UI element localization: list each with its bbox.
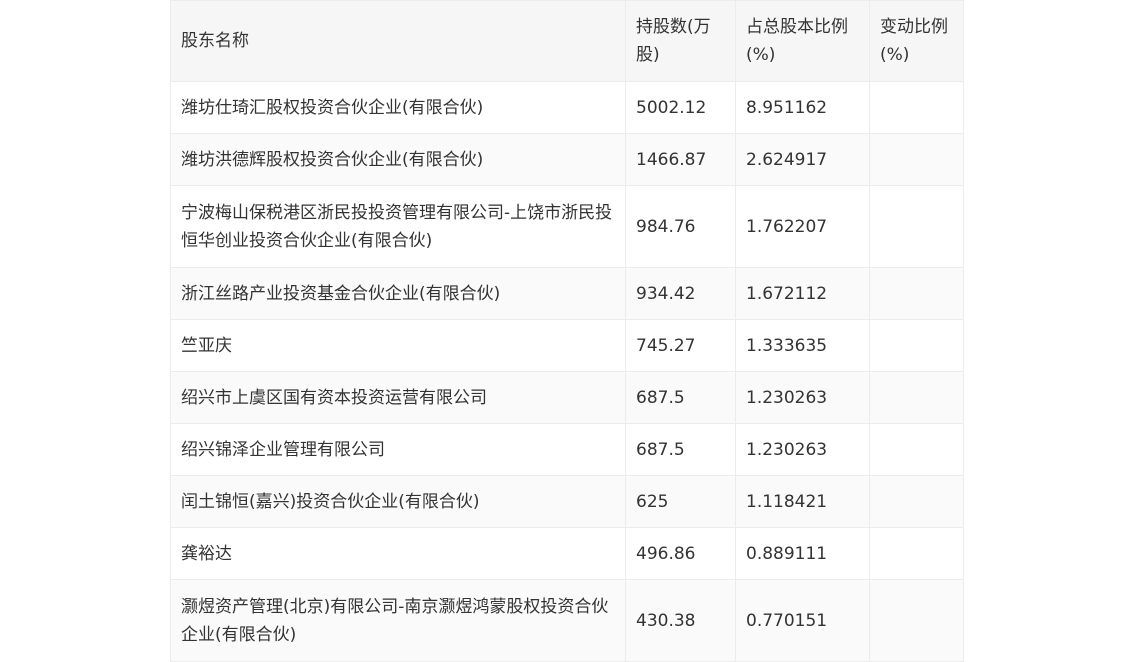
cell-shares-held: 687.5 xyxy=(625,371,736,424)
cell-change-ratio xyxy=(869,319,964,372)
cell-shareholder-name: 潍坊仕琦汇股权投资合伙企业(有限合伙) xyxy=(170,81,626,134)
cell-share-ratio: 0.889111 xyxy=(735,527,870,580)
cell-change-ratio xyxy=(869,475,964,528)
cell-change-ratio xyxy=(869,579,964,662)
header-shareholder-name: 股东名称 xyxy=(170,0,626,82)
cell-change-ratio xyxy=(869,267,964,320)
cell-shares-held: 984.76 xyxy=(625,185,736,268)
cell-shareholder-name: 竺亚庆 xyxy=(170,319,626,372)
cell-shares-held: 5002.12 xyxy=(625,81,736,134)
cell-share-ratio: 0.770151 xyxy=(735,579,870,662)
cell-share-ratio: 8.951162 xyxy=(735,81,870,134)
header-change-ratio: 变动比例(%) xyxy=(869,0,964,82)
cell-change-ratio xyxy=(869,81,964,134)
cell-shareholder-name: 灏煜资产管理(北京)有限公司-南京灏煜鸿蒙股权投资合伙企业(有限合伙) xyxy=(170,579,626,662)
cell-share-ratio: 1.333635 xyxy=(735,319,870,372)
table-row: 潍坊仕琦汇股权投资合伙企业(有限合伙) 5002.12 8.951162 xyxy=(170,81,964,134)
table-row: 宁波梅山保税港区浙民投投资管理有限公司-上饶市浙民投恒华创业投资合伙企业(有限合… xyxy=(170,185,964,268)
cell-shareholder-name: 宁波梅山保税港区浙民投投资管理有限公司-上饶市浙民投恒华创业投资合伙企业(有限合… xyxy=(170,185,626,268)
header-row: 股东名称 持股数(万股) 占总股本比例(%) 变动比例(%) xyxy=(170,0,964,82)
header-share-ratio: 占总股本比例(%) xyxy=(735,0,870,82)
cell-shareholder-name: 龚裕达 xyxy=(170,527,626,580)
cell-shareholder-name: 潍坊洪德辉股权投资合伙企业(有限合伙) xyxy=(170,133,626,186)
table-row: 绍兴市上虞区国有资本投资运营有限公司 687.5 1.230263 xyxy=(170,371,964,424)
cell-share-ratio: 1.230263 xyxy=(735,423,870,476)
header-shares-held: 持股数(万股) xyxy=(625,0,736,82)
cell-change-ratio xyxy=(869,133,964,186)
table-row: 绍兴锦泽企业管理有限公司 687.5 1.230263 xyxy=(170,423,964,476)
cell-share-ratio: 2.624917 xyxy=(735,133,870,186)
shareholder-table: 股东名称 持股数(万股) 占总股本比例(%) 变动比例(%) 潍坊仕琦汇股权投资… xyxy=(170,0,964,662)
cell-shares-held: 745.27 xyxy=(625,319,736,372)
cell-share-ratio: 1.118421 xyxy=(735,475,870,528)
cell-share-ratio: 1.230263 xyxy=(735,371,870,424)
cell-shareholder-name: 闰土锦恒(嘉兴)投资合伙企业(有限合伙) xyxy=(170,475,626,528)
cell-share-ratio: 1.762207 xyxy=(735,185,870,268)
cell-shareholder-name: 绍兴市上虞区国有资本投资运营有限公司 xyxy=(170,371,626,424)
cell-shares-held: 625 xyxy=(625,475,736,528)
shareholder-table-container: 股东名称 持股数(万股) 占总股本比例(%) 变动比例(%) 潍坊仕琦汇股权投资… xyxy=(170,0,964,662)
cell-shares-held: 496.86 xyxy=(625,527,736,580)
cell-change-ratio xyxy=(869,371,964,424)
table-header: 股东名称 持股数(万股) 占总股本比例(%) 变动比例(%) xyxy=(170,0,964,82)
cell-share-ratio: 1.672112 xyxy=(735,267,870,320)
cell-shares-held: 687.5 xyxy=(625,423,736,476)
cell-shareholder-name: 绍兴锦泽企业管理有限公司 xyxy=(170,423,626,476)
cell-change-ratio xyxy=(869,423,964,476)
table-row: 龚裕达 496.86 0.889111 xyxy=(170,527,964,580)
cell-shares-held: 934.42 xyxy=(625,267,736,320)
cell-shareholder-name: 浙江丝路产业投资基金合伙企业(有限合伙) xyxy=(170,267,626,320)
table-row: 灏煜资产管理(北京)有限公司-南京灏煜鸿蒙股权投资合伙企业(有限合伙) 430.… xyxy=(170,579,964,662)
cell-change-ratio xyxy=(869,185,964,268)
cell-change-ratio xyxy=(869,527,964,580)
table-body: 潍坊仕琦汇股权投资合伙企业(有限合伙) 5002.12 8.951162 潍坊洪… xyxy=(170,81,964,662)
table-row: 闰土锦恒(嘉兴)投资合伙企业(有限合伙) 625 1.118421 xyxy=(170,475,964,528)
table-row: 潍坊洪德辉股权投资合伙企业(有限合伙) 1466.87 2.624917 xyxy=(170,133,964,186)
table-row: 浙江丝路产业投资基金合伙企业(有限合伙) 934.42 1.672112 xyxy=(170,267,964,320)
cell-shares-held: 1466.87 xyxy=(625,133,736,186)
table-row: 竺亚庆 745.27 1.333635 xyxy=(170,319,964,372)
cell-shares-held: 430.38 xyxy=(625,579,736,662)
